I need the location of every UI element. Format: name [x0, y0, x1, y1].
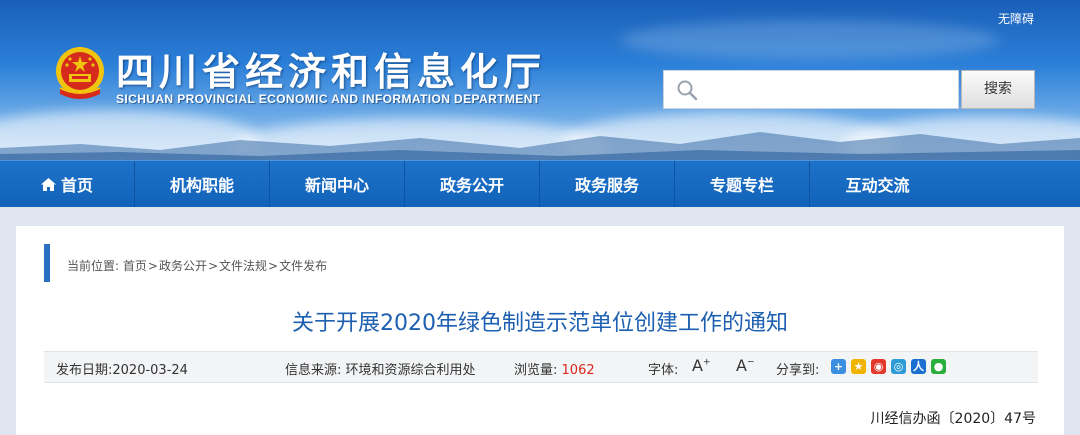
- renren-share-icon[interactable]: 人: [911, 359, 926, 374]
- mountain-silhouette: [0, 132, 1080, 160]
- nav-item-label: 首页: [60, 176, 93, 195]
- document-number: 川经信办函〔2020〕47号: [870, 411, 1036, 427]
- nav-item-label: 政务服务: [574, 176, 639, 195]
- main-nav: 首页 机构职能 新闻中心 政务公开 政务服务 专题专栏 互动交流: [0, 160, 1080, 207]
- view-count-value: 1062: [561, 363, 595, 378]
- header-banner: 无障碍 四川省经济和信息化厅 SICHUAN PROVINCIAL ECONOM…: [0, 0, 1080, 160]
- publish-date-value: 2020-03-24: [112, 363, 188, 378]
- nav-item-public-affairs[interactable]: 政务公开: [405, 161, 540, 207]
- font-decrease-button[interactable]: A−: [736, 356, 755, 375]
- nav-item-label: 机构职能: [169, 176, 234, 195]
- breadcrumb-separator: >: [268, 259, 279, 273]
- content-card: 当前位置: 首页>政务公开>文件法规>文件发布 关于开展2020年绿色制造示范单…: [16, 226, 1064, 435]
- view-count: 浏览量: 1062: [514, 359, 595, 378]
- font-increase-button[interactable]: A+: [692, 356, 711, 375]
- accessibility-link[interactable]: 无障碍: [998, 10, 1034, 27]
- breadcrumb-separator: >: [147, 259, 158, 273]
- breadcrumb-link-public-affairs[interactable]: 政务公开: [159, 259, 207, 273]
- tencent-weibo-share-icon[interactable]: ◎: [891, 359, 906, 374]
- qzone-share-icon[interactable]: ★: [851, 359, 866, 374]
- publish-date-label: 发布日期:: [56, 363, 113, 378]
- nav-item-label: 专题专栏: [709, 176, 774, 195]
- article-meta-bar: 发布日期:2020-03-24 信息来源: 环境和资源综合利用处 浏览量: 10…: [44, 351, 1038, 383]
- font-size-label: 字体:: [648, 363, 679, 378]
- nav-item-news[interactable]: 新闻中心: [270, 161, 405, 207]
- info-source-value: 环境和资源综合利用处: [345, 363, 476, 378]
- wechat-share-icon[interactable]: ●: [931, 359, 946, 374]
- search-button[interactable]: 搜索: [961, 70, 1035, 109]
- info-source-label: 信息来源:: [285, 363, 342, 378]
- nav-item-home[interactable]: 首页: [0, 161, 135, 207]
- font-increase-label: A: [692, 356, 703, 375]
- breadcrumb-link-home[interactable]: 首页: [123, 259, 147, 273]
- share-label: 分享到:: [776, 363, 820, 378]
- nav-item-label: 互动交流: [845, 176, 910, 195]
- article-title: 关于开展2020年绿色制造示范单位创建工作的通知: [292, 311, 788, 336]
- nav-item-label: 新闻中心: [304, 176, 369, 195]
- breadcrumb-link-file-release[interactable]: 文件发布: [279, 259, 327, 273]
- font-decrease-label: A: [736, 356, 747, 375]
- minus-icon: −: [746, 357, 755, 368]
- site-subtitle: SICHUAN PROVINCIAL ECONOMIC AND INFORMAT…: [116, 92, 541, 106]
- breadcrumb: 当前位置: 首页>政务公开>文件法规>文件发布: [67, 257, 327, 274]
- nav-item-interaction[interactable]: 互动交流: [810, 161, 945, 207]
- publish-date: 发布日期:2020-03-24: [56, 359, 188, 378]
- nav-item-topics[interactable]: 专题专栏: [675, 161, 810, 207]
- plus-icon: +: [702, 357, 711, 368]
- view-count-label: 浏览量:: [514, 363, 558, 378]
- home-icon: [40, 177, 56, 191]
- breadcrumb-prefix: 当前位置:: [67, 259, 120, 273]
- search-box[interactable]: [663, 70, 959, 109]
- weibo-share-icon[interactable]: ◉: [871, 359, 886, 374]
- national-emblem-icon: [56, 47, 104, 99]
- breadcrumb-separator: >: [207, 259, 219, 273]
- search-input[interactable]: [706, 77, 950, 105]
- plus-share-icon[interactable]: +: [831, 359, 846, 374]
- breadcrumb-link-regulations[interactable]: 文件法规: [219, 259, 267, 273]
- search-icon: [677, 80, 698, 101]
- info-source: 信息来源: 环境和资源综合利用处: [285, 359, 476, 378]
- breadcrumb-accent-bar: [44, 244, 50, 282]
- nav-item-services[interactable]: 政务服务: [540, 161, 675, 207]
- nav-item-label: 政务公开: [439, 176, 504, 195]
- nav-item-organization[interactable]: 机构职能: [135, 161, 270, 207]
- site-title: 四川省经济和信息化厅: [116, 50, 547, 94]
- cloud-decoration: [620, 20, 1000, 60]
